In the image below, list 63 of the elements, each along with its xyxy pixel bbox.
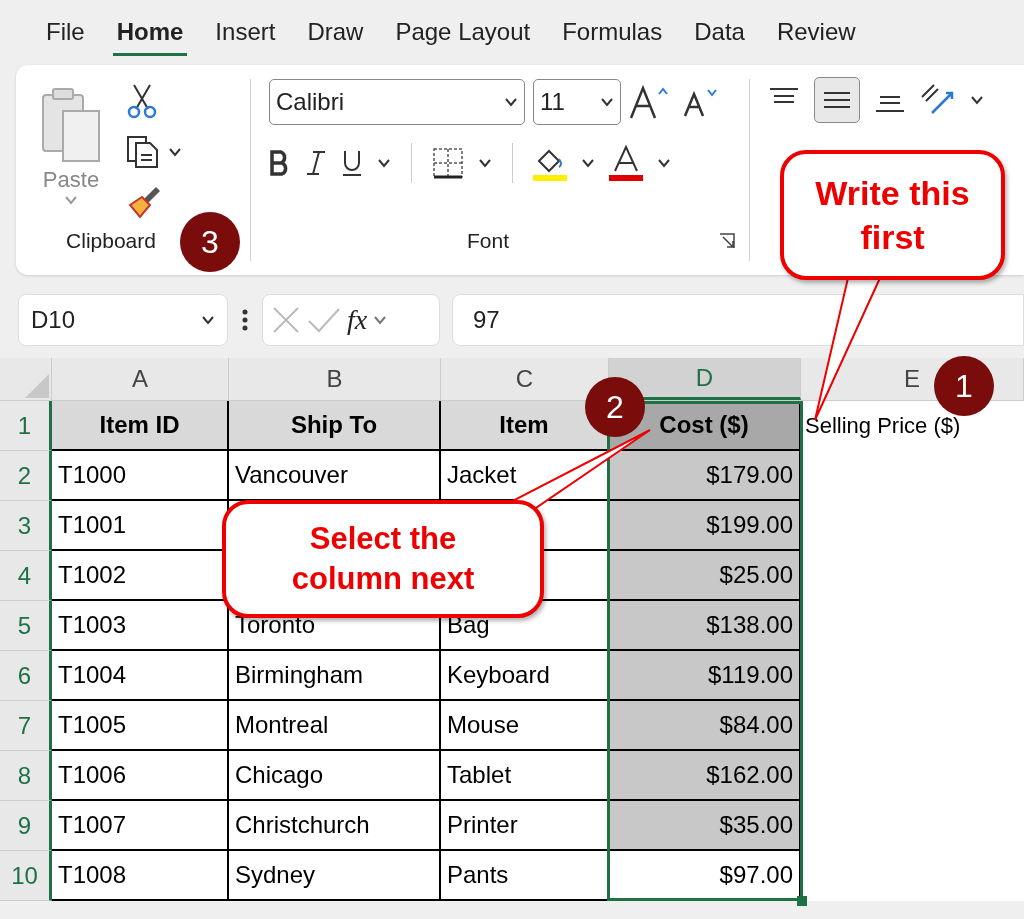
ribbon-tab[interactable]: Data (678, 11, 761, 54)
fill-handle[interactable] (797, 896, 807, 906)
table-cell: T1006 (52, 751, 229, 801)
row-number[interactable]: 2 (0, 451, 52, 501)
table-cell: $179.00 (609, 451, 801, 501)
table-cell: $199.00 (609, 501, 801, 551)
column-header-label[interactable]: E (904, 365, 920, 393)
table-cell: T1007 (52, 801, 229, 851)
ribbon-tab[interactable]: File (30, 11, 101, 54)
column-header-label[interactable]: A (132, 365, 148, 393)
middle-align-button[interactable] (814, 77, 860, 123)
table-cell: $25.00 (609, 551, 801, 601)
table-cell: $84.00 (609, 701, 801, 751)
paintbrush-icon[interactable] (126, 185, 162, 219)
table-cell: Birmingham (229, 651, 441, 701)
font-size-dropdown[interactable]: 11 (533, 79, 621, 125)
column-header-label[interactable]: B (326, 365, 343, 393)
table-cell: T1008 (52, 851, 229, 901)
paste-label[interactable]: Paste (42, 167, 100, 193)
borders-icon[interactable] (432, 147, 464, 179)
italic-icon[interactable] (305, 150, 327, 176)
table-cell: $162.00 (609, 751, 801, 801)
font-color-icon[interactable] (609, 145, 643, 181)
ribbon-tab[interactable]: Home (100, 11, 200, 54)
copy-icon[interactable] (126, 135, 160, 169)
more-options-icon[interactable] (242, 309, 248, 331)
row-number[interactable]: 10 (0, 851, 52, 901)
name-box[interactable]: D10 (18, 294, 228, 346)
row-number[interactable]: 8 (0, 751, 52, 801)
dialog-launcher-icon[interactable] (719, 233, 735, 249)
group-label: Font (466, 229, 509, 253)
scissors-icon[interactable] (126, 83, 158, 119)
table-cell: Montreal (229, 701, 441, 751)
column-header-label[interactable]: C (515, 365, 534, 393)
table-cell: $119.00 (609, 651, 801, 701)
ribbon-tab[interactable]: Review (760, 11, 872, 54)
font-name-dropdown[interactable]: Calibri (269, 79, 525, 125)
row-number[interactable]: 9 (0, 801, 52, 851)
row-number[interactable]: 1 (0, 401, 52, 451)
table-cell: $138.00 (609, 601, 801, 651)
table-cell: Chicago (229, 751, 441, 801)
table-cell: T1005 (52, 701, 229, 751)
table-cell: Ship To (229, 401, 441, 451)
clipboard-icon[interactable] (41, 85, 101, 163)
row-number[interactable]: 5 (0, 601, 52, 651)
table-cell: $35.00 (609, 801, 801, 851)
row-number[interactable]: 4 (0, 551, 52, 601)
row-number[interactable]: 6 (0, 651, 52, 701)
group-label: Clipboard (66, 229, 156, 253)
ribbon-tab[interactable]: Page Layout (379, 11, 547, 54)
underline-icon[interactable] (341, 149, 363, 177)
ribbon-tab[interactable]: Formulas (546, 11, 679, 54)
ribbon-tab[interactable]: Draw (291, 11, 380, 54)
table-cell: T1000 (52, 451, 229, 501)
table-cell: Item ID (52, 401, 229, 451)
insert-function-button[interactable]: fx (347, 304, 368, 336)
row-number[interactable]: 3 (0, 501, 52, 551)
table-cell: Sydney (229, 851, 441, 901)
row-number[interactable]: 7 (0, 701, 52, 751)
column-header-label[interactable]: D (695, 363, 714, 392)
table-cell: T1004 (52, 651, 229, 701)
ribbon-tab[interactable]: Insert (199, 11, 292, 54)
table-cell: Christchurch (229, 801, 441, 851)
